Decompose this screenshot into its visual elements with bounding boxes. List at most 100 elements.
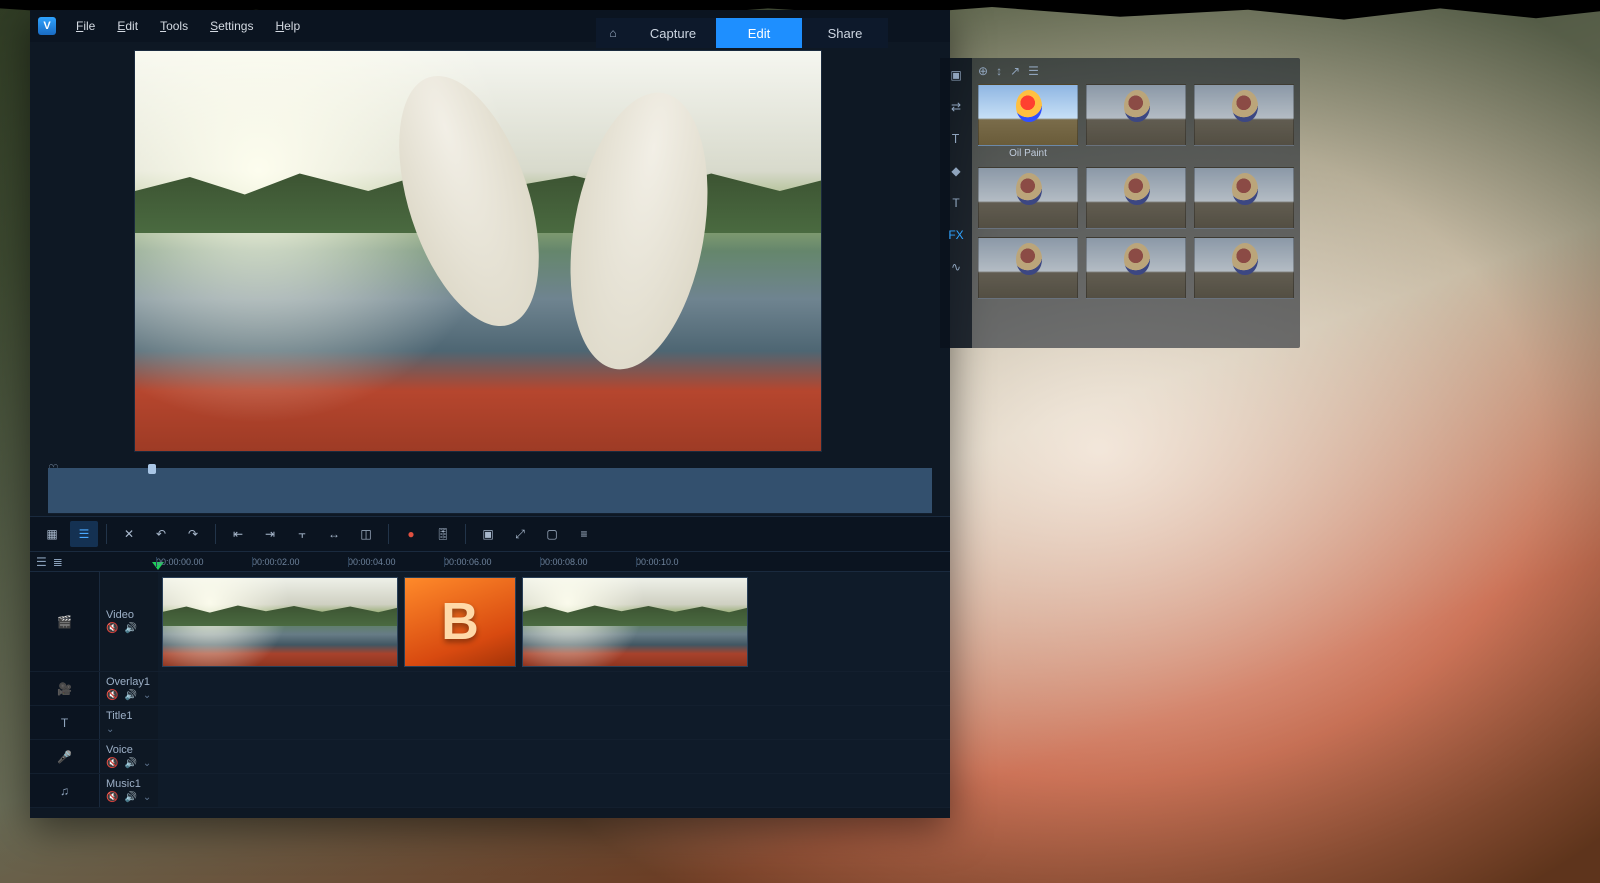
tools-menu-button[interactable]: ✕ <box>115 521 143 547</box>
lib-export-button[interactable]: ↗ <box>1010 64 1020 78</box>
mark-out-button[interactable]: ⇥ <box>256 521 284 547</box>
home-button[interactable]: ⌂ <box>596 18 630 48</box>
timeline-toolbar: ▦ ☰ ✕ ↶ ↷ ⇤ ⇥ ⫟ ↔ ◫ ● 🎚 ▣ ⤢ ▢ ≡ <box>30 516 950 552</box>
autofit-button[interactable]: ▣ <box>474 521 502 547</box>
crop-icon: ◫ <box>360 527 371 541</box>
track-icon-overlay[interactable]: 🎥 <box>30 672 100 705</box>
library-thumb[interactable] <box>1086 167 1186 229</box>
lib-cat-fx[interactable]: FX <box>945 224 967 246</box>
storyboard-view-button[interactable]: ▦ <box>38 521 66 547</box>
timeline-ruler[interactable]: ☰ ≣ 00:00:00.00 00:00:02.00 00:00:04.00 … <box>30 552 950 572</box>
track-label-video: Video 🔇 🔊 <box>100 572 158 671</box>
record-button[interactable]: ● <box>397 521 425 547</box>
preview-scrubber[interactable]: ♡ <box>48 462 932 476</box>
split-clip-button[interactable]: ⫟ <box>288 521 316 547</box>
clip-thumb-art <box>163 602 397 626</box>
video-clip-2[interactable] <box>522 577 748 667</box>
record-icon: ● <box>407 527 414 541</box>
workspace-tabs: ⌂ Capture Edit Share <box>596 18 888 48</box>
sound-mixer-button[interactable]: 🎚 <box>429 521 457 547</box>
undo-button[interactable]: ↶ <box>147 521 175 547</box>
scrubber-track[interactable] <box>48 468 932 514</box>
track-expand-button[interactable]: ⌄ <box>143 792 151 803</box>
voice-track-icon: 🎤 <box>57 750 72 764</box>
crop-button[interactable]: ◫ <box>352 521 380 547</box>
tab-share[interactable]: Share <box>802 18 888 48</box>
library-thumb[interactable] <box>978 237 1078 299</box>
menu-file[interactable]: File <box>66 15 105 37</box>
track-sound-button[interactable]: 🔊 <box>124 623 136 634</box>
track-icon-video[interactable]: 🎬 <box>30 572 100 671</box>
track-content-music1[interactable] <box>158 774 950 807</box>
scrubber-handle[interactable] <box>148 464 156 474</box>
track-content-overlay1[interactable] <box>158 672 950 705</box>
library-toolbar: ⊕ ↕ ↗ ☰ <box>978 64 1294 78</box>
thumb-image <box>978 237 1078 299</box>
lib-cat-media[interactable]: ▣ <box>945 64 967 86</box>
lib-cat-title[interactable]: Ꭲ <box>945 128 967 150</box>
track-expand-button[interactable]: ⌄ <box>143 690 151 701</box>
thumb-image <box>1194 237 1294 299</box>
video-clip-1[interactable] <box>162 577 398 667</box>
track-mute-button[interactable]: 🔇 <box>106 623 118 634</box>
tab-capture[interactable]: Capture <box>630 18 716 48</box>
lib-add-button[interactable]: ⊕ <box>978 64 988 78</box>
track-content-voice[interactable] <box>158 740 950 773</box>
lib-sort-button[interactable]: ↕ <box>996 64 1002 78</box>
storyboard-icon: ▦ <box>46 527 57 541</box>
library-thumb[interactable] <box>978 167 1078 229</box>
track-options-icon: ≡ <box>580 527 587 541</box>
track-sound-button[interactable]: 🔊 <box>124 690 136 701</box>
library-thumb[interactable] <box>1194 237 1294 299</box>
track-mute-button[interactable]: 🔇 <box>106 690 118 701</box>
track-mute-button[interactable]: 🔇 <box>106 792 118 803</box>
lib-cat-graphic[interactable]: ◆ <box>945 160 967 182</box>
tab-edit[interactable]: Edit <box>716 18 802 48</box>
redo-button[interactable]: ↷ <box>179 521 207 547</box>
menu-settings[interactable]: Settings <box>200 15 263 37</box>
preview-monitor[interactable] <box>134 50 822 452</box>
menu-tools[interactable]: Tools <box>150 15 198 37</box>
pan-zoom-icon: ⤢ <box>515 527 525 542</box>
track-height-button[interactable]: ≣ <box>53 555 63 569</box>
track-content-video[interactable]: B Run and Stop <box>158 572 950 671</box>
pan-zoom-button[interactable]: ⤢ <box>506 521 534 547</box>
timeline-view-button[interactable]: ☰ <box>70 521 98 547</box>
library-thumb[interactable] <box>1086 84 1186 159</box>
track-icon-voice[interactable]: 🎤 <box>30 740 100 773</box>
track-icon-music[interactable]: ♫ <box>30 774 100 807</box>
thumb-image <box>1086 84 1186 146</box>
editor-window: V File Edit Tools Settings Help ♡ Projec… <box>30 10 950 818</box>
track-options-button[interactable]: ≡ <box>570 521 598 547</box>
track-icon-title[interactable]: T <box>30 706 100 739</box>
thumb-image <box>1194 167 1294 229</box>
thumb-image <box>1194 84 1294 146</box>
lib-list-button[interactable]: ☰ <box>1028 64 1039 78</box>
slip-button[interactable]: ↔ <box>320 521 348 547</box>
menu-edit[interactable]: Edit <box>107 15 148 37</box>
toolbar-separator <box>215 524 216 544</box>
track-expand-button[interactable]: ⌄ <box>143 758 151 769</box>
snapshot-button[interactable]: ▢ <box>538 521 566 547</box>
timeline-icon: ☰ <box>79 527 90 541</box>
mark-in-button[interactable]: ⇤ <box>224 521 252 547</box>
library-thumb[interactable]: Oil Paint <box>978 84 1078 159</box>
library-thumb[interactable] <box>1194 167 1294 229</box>
camera-icon: ▢ <box>546 527 557 541</box>
lib-cat-transition[interactable]: ⇄ <box>945 96 967 118</box>
track-mute-button[interactable]: 🔇 <box>106 758 118 769</box>
track-name: Voice <box>106 744 152 756</box>
toolbar-separator <box>388 524 389 544</box>
transition-clip[interactable]: B Run and Stop <box>404 577 516 667</box>
track-music1: ♫ Music1 🔇 🔊 ⌄ <box>30 774 950 808</box>
library-thumb[interactable] <box>1194 84 1294 159</box>
track-expand-button[interactable]: ⌄ <box>106 724 114 735</box>
menu-help[interactable]: Help <box>265 15 310 37</box>
track-sound-button[interactable]: 🔊 <box>124 758 136 769</box>
lib-cat-path[interactable]: ∿ <box>945 256 967 278</box>
track-content-title1[interactable] <box>158 706 950 739</box>
lib-cat-text[interactable]: T <box>945 192 967 214</box>
track-sound-button[interactable]: 🔊 <box>124 792 136 803</box>
show-all-tracks-button[interactable]: ☰ <box>36 555 47 569</box>
library-thumb[interactable] <box>1086 237 1186 299</box>
